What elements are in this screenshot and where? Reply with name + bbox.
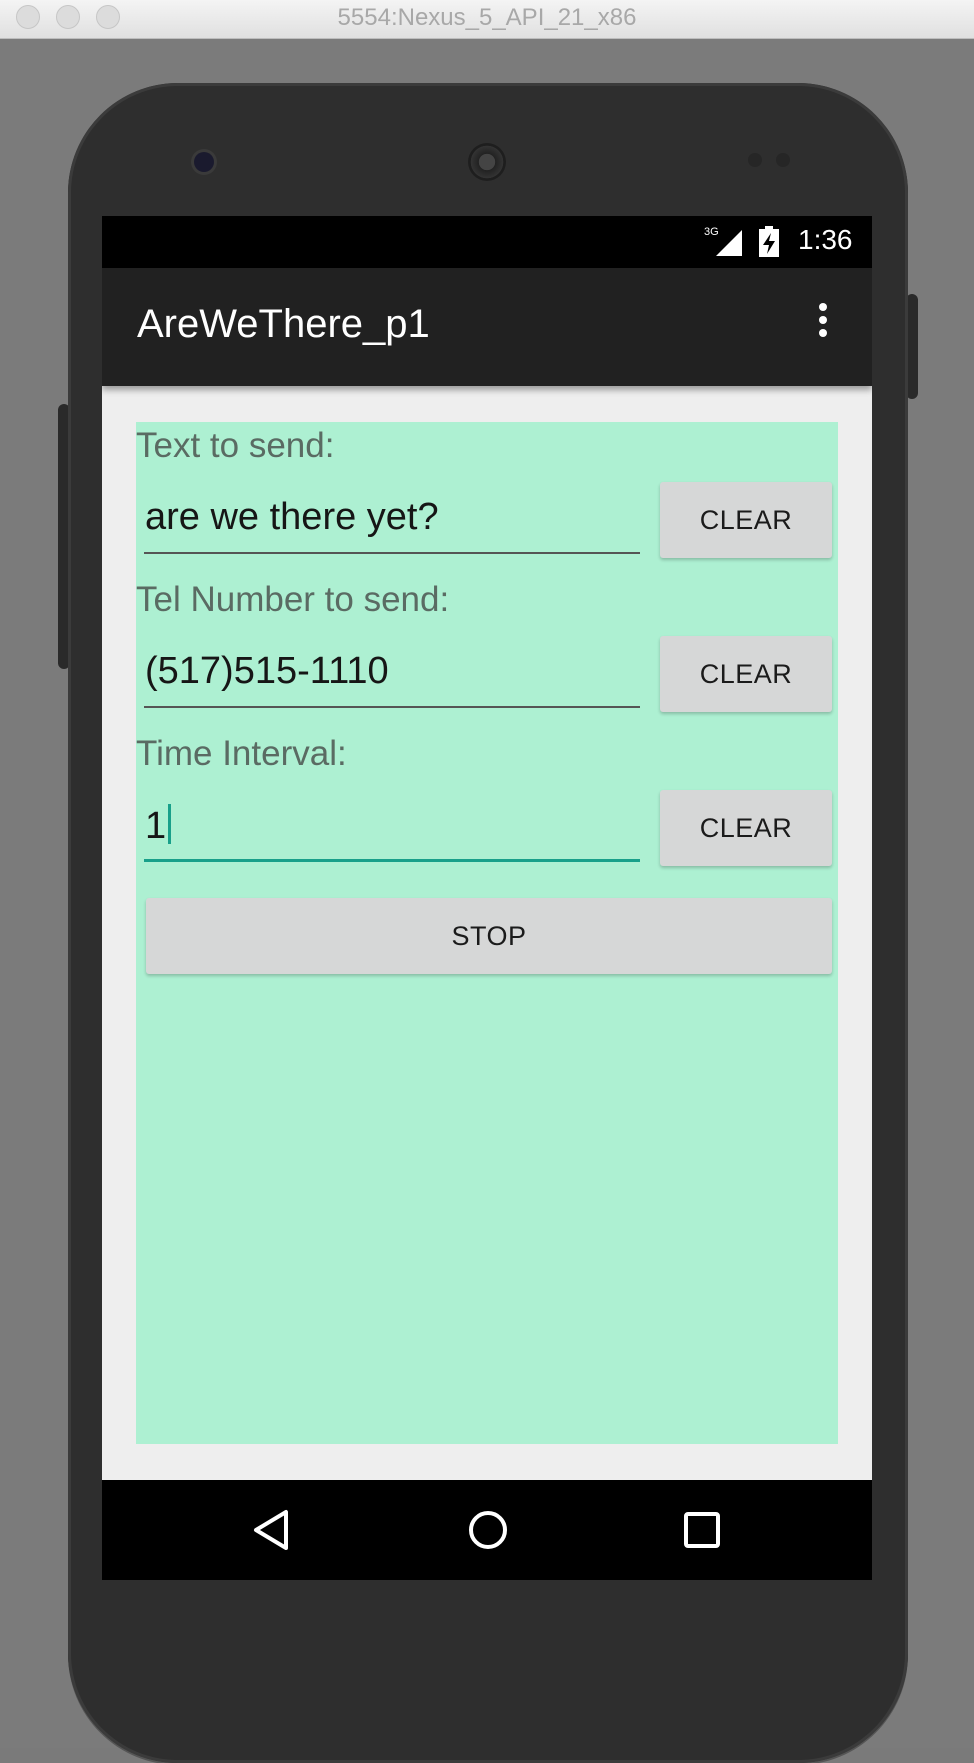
window-title: 5554:Nexus_5_API_21_x86 bbox=[337, 4, 637, 31]
proximity-sensor bbox=[748, 153, 762, 167]
front-camera bbox=[194, 152, 214, 172]
text-to-send-field[interactable]: are we there yet? bbox=[144, 484, 640, 554]
tel-number-field[interactable]: (517)515-1110 bbox=[144, 638, 640, 708]
time-interval-field[interactable]: 1 bbox=[144, 792, 640, 862]
time-interval-label: Time Interval: bbox=[136, 734, 347, 773]
back-icon[interactable] bbox=[250, 1508, 294, 1552]
app-bar: AreWeThere_p1 bbox=[102, 268, 872, 386]
main-content: Text to send: are we there yet? CLEAR Te… bbox=[136, 422, 838, 1444]
tel-number-value: (517)515-1110 bbox=[145, 650, 389, 692]
clear-tel-button[interactable]: CLEAR bbox=[660, 636, 832, 712]
field-underline bbox=[144, 706, 640, 708]
clear-text-button[interactable]: CLEAR bbox=[660, 482, 832, 558]
network-type-label: 3G bbox=[704, 226, 719, 238]
field-underline bbox=[144, 552, 640, 554]
home-icon[interactable] bbox=[466, 1508, 510, 1552]
text-cursor bbox=[168, 804, 172, 844]
clear-interval-button[interactable]: CLEAR bbox=[660, 790, 832, 866]
light-sensor bbox=[776, 153, 790, 167]
earpiece-speaker bbox=[468, 143, 506, 181]
emulator-window-titlebar: 5554:Nexus_5_API_21_x86 bbox=[0, 0, 974, 39]
status-bar: 3G 1:36 bbox=[102, 216, 872, 268]
time-interval-value: 1 bbox=[145, 805, 167, 847]
recents-icon[interactable] bbox=[680, 1508, 724, 1552]
status-clock: 1:36 bbox=[798, 224, 853, 255]
text-to-send-label: Text to send: bbox=[136, 426, 335, 465]
stop-button[interactable]: STOP bbox=[146, 898, 832, 974]
battery-charging-icon bbox=[759, 226, 779, 257]
emulator-background: 3G 1:36 AreWeThere_p1 Text to send: are … bbox=[0, 39, 974, 1763]
field-underline-active bbox=[144, 859, 640, 862]
tel-number-label: Tel Number to send: bbox=[136, 580, 450, 619]
navigation-bar bbox=[102, 1480, 872, 1580]
overflow-menu-icon[interactable] bbox=[808, 298, 838, 354]
phone-screen: 3G 1:36 AreWeThere_p1 Text to send: are … bbox=[102, 216, 872, 1580]
text-to-send-value: are we there yet? bbox=[145, 496, 439, 538]
time-interval-text: 1 bbox=[145, 804, 172, 848]
app-title: AreWeThere_p1 bbox=[137, 302, 430, 346]
